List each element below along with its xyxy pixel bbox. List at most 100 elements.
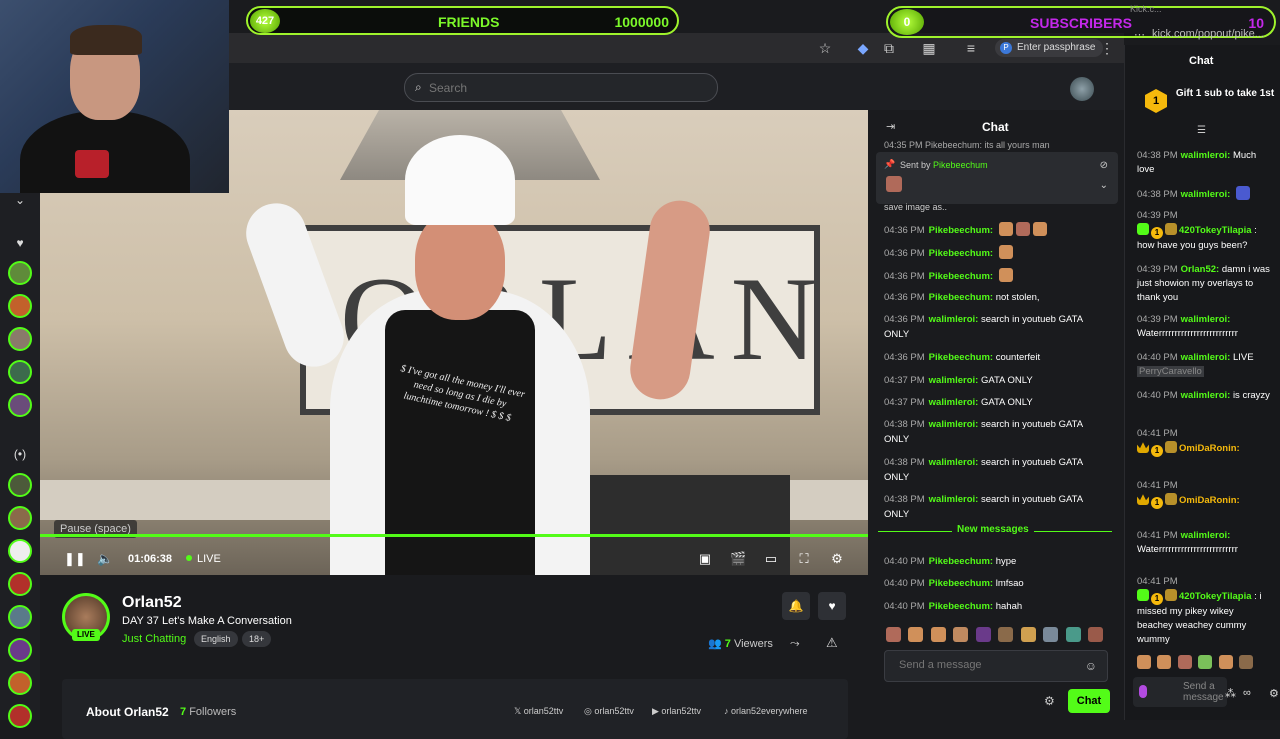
social-instagram[interactable]: ◎ orlan52ttv bbox=[584, 706, 634, 717]
share-dots-icon[interactable]: ⁂ bbox=[1225, 687, 1236, 700]
chat-username[interactable]: Pikebeechum: bbox=[929, 225, 993, 236]
chevron-down-icon[interactable]: ⌄ bbox=[1100, 180, 1108, 191]
chat-username[interactable]: walimleroi: bbox=[929, 314, 979, 325]
followed-channel-avatar[interactable] bbox=[8, 261, 32, 285]
chat-input[interactable] bbox=[899, 659, 1069, 671]
recommended-channel-avatar[interactable] bbox=[8, 473, 32, 497]
volume-icon[interactable]: 🔈 bbox=[97, 551, 113, 567]
chat-username[interactable]: walimleroi: bbox=[929, 457, 979, 468]
fullscreen-icon[interactable]: ⛶ bbox=[796, 551, 812, 567]
chat-username[interactable]: Pikebeechum: bbox=[929, 248, 993, 259]
follow-heart-icon[interactable]: ♥ bbox=[818, 592, 846, 620]
chat-username[interactable]: Orlan52: bbox=[1181, 264, 1220, 275]
tag-language[interactable]: English bbox=[194, 631, 238, 647]
emote[interactable] bbox=[1065, 627, 1081, 642]
pause-icon[interactable]: ❚❚ bbox=[64, 551, 86, 567]
chat-username[interactable]: OmiDaRonin: bbox=[1179, 495, 1240, 506]
chat-username[interactable]: walimleroi: bbox=[929, 419, 979, 430]
popout-url[interactable]: kick.com/popout/pike... bbox=[1152, 28, 1264, 40]
emoji-icon[interactable]: ☺ bbox=[1085, 659, 1097, 673]
chat-username[interactable]: walimleroi: bbox=[1181, 352, 1231, 363]
emote[interactable] bbox=[975, 627, 991, 642]
chat-username[interactable]: 420TokeyTilapia bbox=[1179, 591, 1252, 602]
chat-username[interactable]: walimleroi: bbox=[1181, 530, 1231, 541]
chat-send-button[interactable]: Chat bbox=[1068, 689, 1110, 713]
gift-sub-leaderboard[interactable]: 1 Gift 1 sub to take 1st bbox=[1145, 85, 1275, 125]
chat-username[interactable]: Pikebeechum: bbox=[929, 271, 993, 282]
share-icon[interactable]: ⤳ bbox=[790, 636, 800, 651]
emote[interactable] bbox=[1177, 655, 1192, 669]
followed-channel-avatar[interactable] bbox=[8, 327, 32, 351]
chat-username[interactable]: walimleroi: bbox=[1181, 390, 1231, 401]
theater-mode-icon[interactable]: ▭ bbox=[763, 551, 779, 567]
chat-username[interactable]: walimleroi: bbox=[1181, 314, 1231, 325]
microphone-icon[interactable] bbox=[1139, 685, 1147, 698]
infinity-icon[interactable]: ∞ bbox=[1243, 687, 1251, 699]
clip-icon[interactable]: 🎬 bbox=[730, 551, 746, 567]
emote[interactable] bbox=[1088, 627, 1104, 642]
chevron-down-icon[interactable]: ⌄ bbox=[10, 193, 30, 207]
emote[interactable] bbox=[1137, 655, 1151, 669]
emote[interactable] bbox=[953, 627, 969, 642]
bell-icon[interactable]: 🔔 bbox=[782, 592, 810, 620]
chat-username[interactable]: walimleroi: bbox=[1181, 150, 1231, 161]
stream-category[interactable]: Just Chatting bbox=[122, 633, 186, 645]
playback-progress-bar[interactable] bbox=[40, 534, 868, 537]
recommended-channel-avatar[interactable] bbox=[8, 539, 32, 563]
chat-username[interactable]: OmiDaRonin: bbox=[1179, 443, 1240, 454]
recommended-channel-avatar[interactable] bbox=[8, 605, 32, 629]
emote[interactable] bbox=[1020, 627, 1036, 642]
collapse-list-icon[interactable]: ☰ bbox=[1197, 125, 1206, 136]
followed-channel-avatar[interactable] bbox=[8, 294, 32, 318]
channel-name[interactable]: Orlan52 bbox=[122, 594, 182, 612]
kebab-menu-icon[interactable]: ⋮ bbox=[1099, 40, 1115, 56]
social-youtube[interactable]: ▶ orlan52ttv bbox=[652, 706, 701, 717]
chat-username[interactable]: Pikebeechum: bbox=[929, 601, 993, 612]
pinned-message[interactable]: 📌 Sent by Pikebeechum ⊘ ⌄ bbox=[876, 152, 1118, 204]
emote[interactable] bbox=[1239, 655, 1254, 669]
queue-icon[interactable]: ≡ bbox=[963, 40, 979, 56]
mention-highlight[interactable]: PerryCaravello bbox=[1137, 366, 1204, 377]
followed-channel-avatar[interactable] bbox=[8, 360, 32, 384]
emote[interactable] bbox=[1198, 655, 1213, 669]
chat-username[interactable]: walimleroi: bbox=[929, 397, 979, 408]
popout-tab-title[interactable]: Kick.c... bbox=[1130, 4, 1162, 14]
social-tiktok[interactable]: ♪ orlan52everywhere bbox=[724, 706, 808, 716]
settings-gear-icon[interactable]: ⚙ bbox=[1269, 687, 1279, 700]
passphrase-button[interactable]: Enter passphrase bbox=[995, 39, 1104, 57]
recommended-channel-avatar[interactable] bbox=[8, 638, 32, 662]
live-broadcast-icon[interactable]: (•) bbox=[10, 447, 30, 461]
tag-mature[interactable]: 18+ bbox=[242, 631, 272, 647]
chat-username[interactable]: walimleroi: bbox=[1181, 189, 1231, 200]
popout-chat-input[interactable]: Send a message bbox=[1133, 677, 1227, 707]
chat-username[interactable]: Pikebeechum: bbox=[929, 578, 993, 589]
emote[interactable] bbox=[886, 627, 901, 642]
emote[interactable] bbox=[1218, 655, 1233, 669]
emote[interactable] bbox=[998, 627, 1014, 642]
hide-eye-icon[interactable]: ⊘ bbox=[1100, 160, 1108, 171]
report-warning-icon[interactable]: ⚠ bbox=[826, 635, 838, 651]
chat-username[interactable]: 420TokeyTilapia bbox=[1179, 225, 1252, 236]
star-icon[interactable]: ☆ bbox=[817, 40, 833, 56]
emote[interactable] bbox=[930, 627, 946, 642]
search-box[interactable]: ⌕ bbox=[404, 73, 718, 102]
recommended-channel-avatar[interactable] bbox=[8, 704, 32, 728]
miniplayer-icon[interactable]: ▣ bbox=[697, 551, 713, 567]
media-icon[interactable]: ▦ bbox=[921, 40, 937, 56]
puzzle-icon[interactable]: ⧉ bbox=[881, 40, 897, 56]
emote[interactable] bbox=[908, 627, 924, 642]
chat-username[interactable]: Pikebeechum: bbox=[929, 292, 993, 303]
recommended-channel-avatar[interactable] bbox=[8, 506, 32, 530]
emote[interactable] bbox=[1043, 627, 1059, 642]
extension-diamond-icon[interactable]: ◆ bbox=[855, 40, 871, 56]
recommended-channel-avatar[interactable] bbox=[8, 671, 32, 695]
settings-gear-icon[interactable]: ⚙ bbox=[829, 551, 845, 567]
chat-username[interactable]: Pikebeechum: bbox=[929, 556, 993, 567]
chat-settings-gear-icon[interactable]: ⚙ bbox=[1044, 694, 1055, 708]
followed-channel-avatar[interactable] bbox=[8, 393, 32, 417]
new-messages-divider[interactable]: New messages bbox=[878, 524, 1112, 545]
chat-username[interactable]: walimleroi: bbox=[929, 494, 979, 505]
social-x[interactable]: 𝕏 orlan52ttv bbox=[514, 706, 563, 717]
heart-icon[interactable]: ♥ bbox=[10, 236, 30, 250]
recommended-channel-avatar[interactable] bbox=[8, 572, 32, 596]
